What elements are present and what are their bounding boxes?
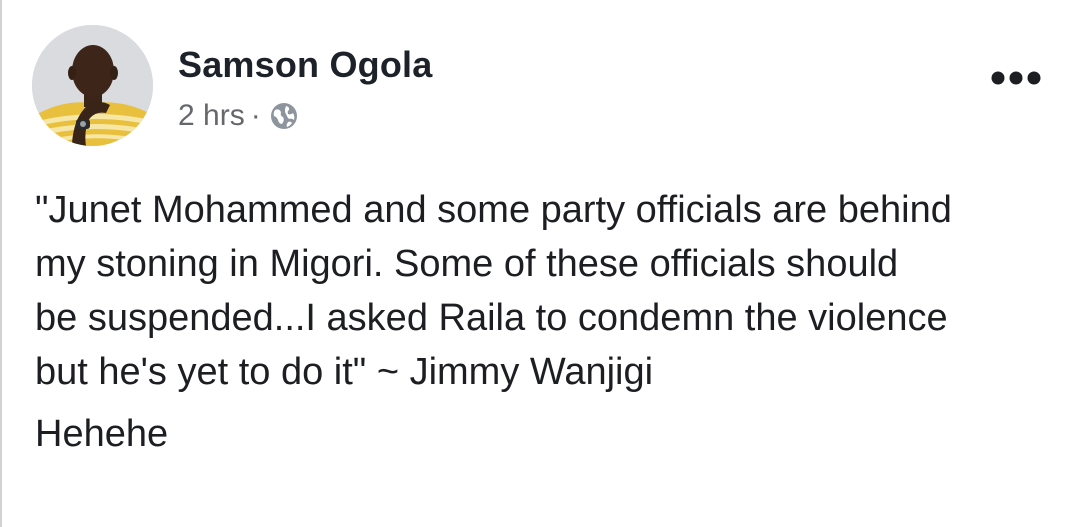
post-paragraph: Hehehe [35,407,1065,461]
facebook-post: Samson Ogola 2 hrs · "Junet Mohammed and… [0,0,1080,527]
meta-separator: · [250,99,261,132]
post-paragraph: "Junet Mohammed and some party officials… [35,183,1065,399]
post-text-line: be suspended...I asked Raila to condemn … [35,297,948,339]
avatar[interactable] [32,25,153,146]
post-body: "Junet Mohammed and some party officials… [35,183,1065,461]
post-text-line: "Junet Mohammed and some party officials… [35,189,952,231]
post-timestamp[interactable]: 2 hrs [178,99,245,133]
avatar-photo [32,25,153,146]
more-options-icon [991,71,1041,85]
author-name[interactable]: Samson Ogola [178,44,432,86]
post-text-line: Hehehe [35,413,169,455]
post-text-line: my stoning in Migori. Some of these offi… [35,243,899,285]
globe-icon[interactable] [269,101,299,131]
post-meta: 2 hrs · [178,97,299,135]
post-text-line: but he's yet to do it" ~ Jimmy Wanjigi [35,351,654,393]
more-options-button[interactable] [984,58,1048,98]
